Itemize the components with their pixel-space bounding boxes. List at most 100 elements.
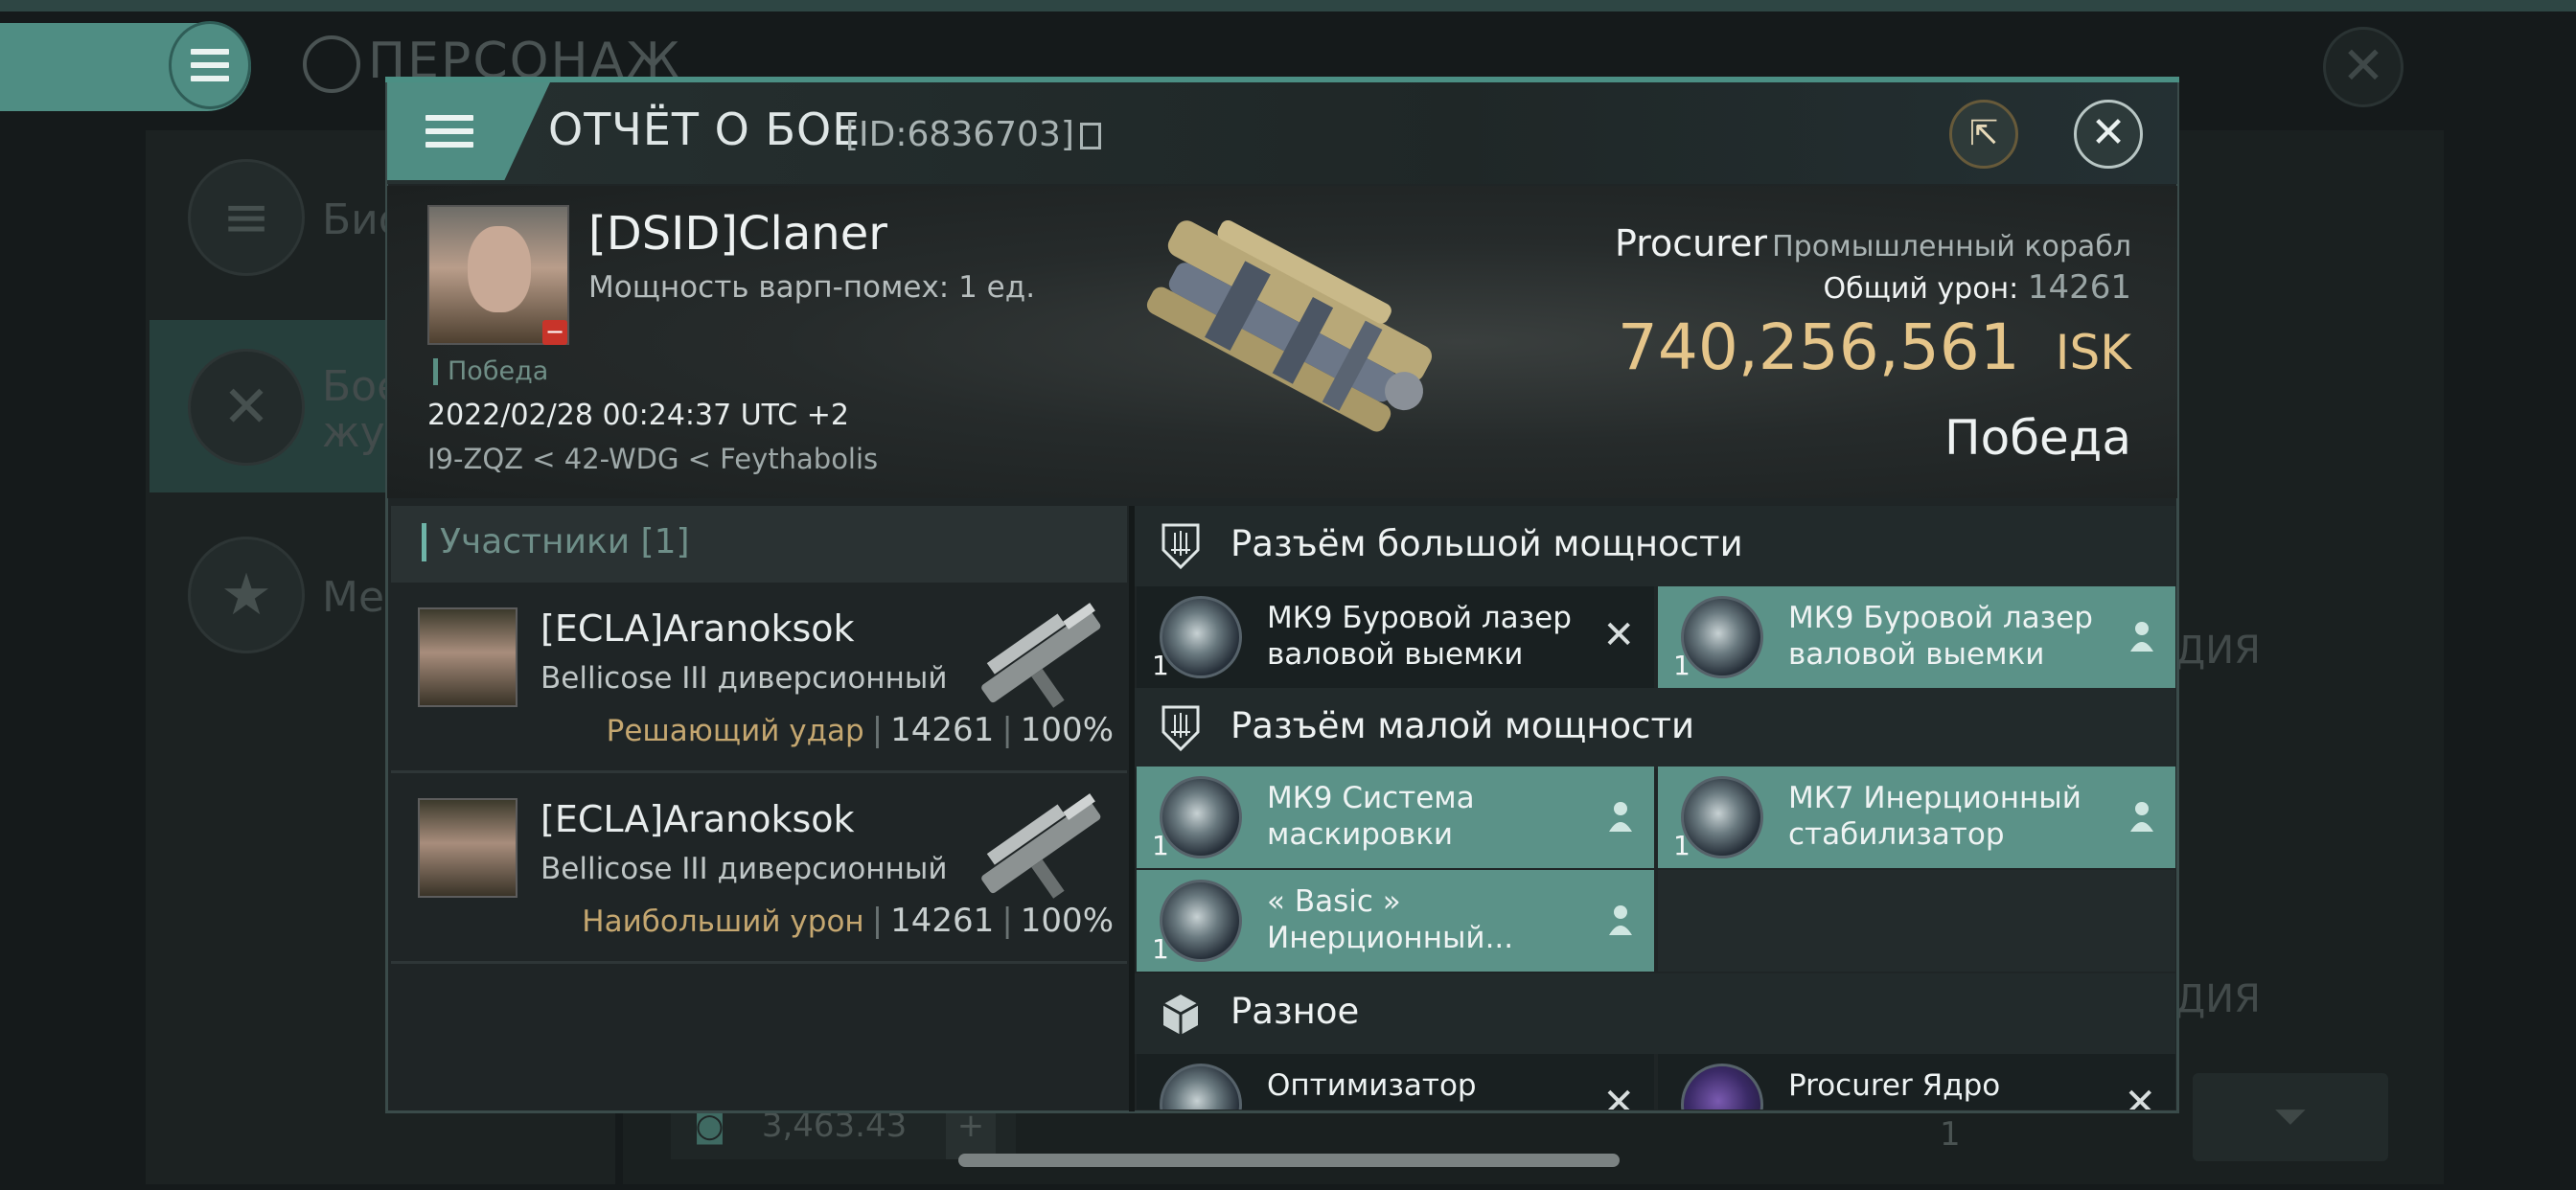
close-icon: ✕: [2090, 108, 2127, 157]
module-qty: 1: [1673, 650, 1690, 681]
cloak-module-icon: [1160, 776, 1242, 858]
total-damage-value: 14261: [2027, 268, 2131, 307]
module-name: МК9 Буровой лазер валовой выемки: [1267, 601, 1572, 672]
participant-stats: Наибольший урон | 14261 | 100%: [582, 902, 1114, 940]
module-name: МК9 Буровой лазер валовой выемки: [1788, 601, 2093, 672]
low-slot-icon: [1162, 705, 1200, 752]
module-item[interactable]: Оптимизатор ✕: [1137, 1054, 1654, 1110]
module-qty: 1: [1152, 933, 1169, 965]
weapon-icon: [981, 603, 1101, 708]
person-icon: [1609, 802, 1632, 832]
participant-row[interactable]: [ECLA]Aranoksok Bellicose III диверсионн…: [391, 773, 1127, 964]
participant-stats: Решающий удар | 14261 | 100%: [606, 711, 1114, 749]
ship-type: Промышленный корабл: [1772, 230, 2131, 263]
module-name: МК9 Система маскировки: [1267, 781, 1475, 852]
high-slot-icon: [1162, 523, 1200, 570]
modal-title: ОТЧЁТ О БОЕ: [548, 103, 862, 155]
avatar: [418, 798, 518, 898]
participant-name: [ECLA]Aranoksok: [540, 798, 855, 840]
participant-row[interactable]: [ECLA]Aranoksok Bellicose III диверсионн…: [391, 583, 1127, 773]
participant-percent: 100%: [1020, 711, 1114, 749]
participant-name: [ECLA]Aranoksok: [540, 607, 855, 650]
victim-ship-image[interactable]: [1102, 220, 1466, 441]
person-icon: [2130, 622, 2153, 652]
participant-role: Решающий удар: [606, 714, 864, 748]
kill-location[interactable]: I9-ZQZ < 42-WDG < Feythabolis: [427, 443, 878, 475]
close-icon: ✕: [2341, 35, 2385, 96]
module-item[interactable]: 1 МК9 Буровой лазер валовой выемки: [1658, 586, 2175, 688]
module-name: МК7 Инерционный стабилизатор: [1788, 781, 2082, 852]
destroyed-icon: ✕: [1602, 1081, 1635, 1110]
total-damage: Общий урон: 14261: [1824, 268, 2132, 307]
module-name: Procurer Ядро: [1788, 1068, 2001, 1103]
share-icon: ⇱: [1968, 114, 1999, 153]
misc-modules-clip: Оптимизатор ✕ Procurer Ядро ✕: [1137, 1054, 2175, 1110]
background-qty: 1: [1940, 1115, 1961, 1154]
cube-icon: [1162, 995, 1199, 1035]
inertial-stabilizer-icon: [1681, 776, 1763, 858]
victim-status: Победа: [433, 358, 548, 385]
person-icon: [1609, 905, 1632, 935]
misc-title: Разное: [1230, 991, 1360, 1032]
filter-icon: ⏷: [2273, 1092, 2308, 1141]
optimizer-icon: [1160, 1064, 1242, 1110]
participant-percent: 100%: [1020, 902, 1114, 940]
destroyed-icon: ✕: [2124, 1081, 2156, 1110]
participants-title: Участники [1]: [422, 523, 690, 561]
module-qty: 1: [1152, 650, 1169, 681]
star-badge-icon: ★: [188, 537, 305, 653]
module-item[interactable]: 1 МК9 Система маскировки: [1137, 767, 1654, 868]
module-item[interactable]: Procurer Ядро ✕: [1658, 1054, 2175, 1110]
background-menu-button[interactable]: [169, 21, 251, 109]
module-item[interactable]: 1 « Basic » Инерционный...: [1137, 870, 1654, 972]
inertial-stabilizer-icon: [1160, 880, 1242, 962]
top-status-bar: [0, 0, 2576, 11]
high-slot-header: Разъём большой мощности: [1135, 506, 2175, 586]
share-button[interactable]: ⇱: [1949, 100, 2018, 169]
victim-name[interactable]: [DSID]Claner: [588, 207, 887, 261]
avatar: [418, 607, 518, 707]
crossed-swords-icon: ✕: [188, 349, 305, 466]
low-slot-title: Разъём малой мощности: [1230, 705, 1695, 746]
home-indicator[interactable]: [958, 1154, 1620, 1167]
report-id[interactable]: [ID:6836703]: [845, 115, 1101, 154]
isk-value: 740,256,561: [1617, 310, 2020, 384]
background-text-fragment: ДИЯ: [2175, 629, 2261, 673]
warp-jam-strength: Мощность варп-помех: 1 ед.: [588, 270, 1036, 305]
isk-unit: ISK: [2055, 325, 2131, 380]
isk-loss: 740,256,561 ISK: [1618, 310, 2131, 384]
high-slot-title: Разъём большой мощности: [1230, 523, 1743, 564]
module-item[interactable]: 1 МК9 Буровой лазер валовой выемки ✕: [1137, 586, 1654, 688]
vitruvian-icon: [303, 35, 360, 93]
hostile-badge-icon: −: [542, 320, 567, 345]
background-text-fragment: ДИЯ: [2175, 977, 2261, 1021]
mining-laser-icon: [1681, 596, 1763, 678]
participant-ship: Bellicose III диверсионный: [540, 852, 948, 886]
face-shape: [468, 226, 531, 312]
mining-laser-icon: [1160, 596, 1242, 678]
participant-damage: 14261: [890, 711, 995, 749]
modal-close-button[interactable]: ✕: [2074, 100, 2143, 169]
ship-core-icon: [1681, 1064, 1763, 1110]
module-qty: 1: [1152, 830, 1169, 861]
ship-info[interactable]: Procurer Промышленный корабл: [1615, 222, 2131, 264]
low-slot-header: Разъём малой мощности: [1135, 688, 2175, 768]
person-icon: [2130, 802, 2153, 832]
module-qty: 1: [1673, 830, 1690, 861]
participant-damage: 14261: [890, 902, 995, 940]
copy-icon[interactable]: [1079, 123, 1101, 149]
participant-role: Наибольший урон: [582, 904, 864, 939]
background-close-button[interactable]: ✕: [2323, 27, 2404, 107]
module-name: Оптимизатор: [1267, 1068, 1477, 1103]
weapon-icon: [981, 793, 1101, 899]
destroyed-icon: ✕: [1602, 613, 1635, 657]
misc-header: Разное: [1135, 973, 2175, 1054]
total-damage-label: Общий урон:: [1823, 272, 2019, 306]
empty-slot: [1658, 870, 2175, 972]
battle-result: Победа: [1944, 410, 2131, 466]
participant-ship: Bellicose III диверсионный: [540, 661, 948, 696]
module-item[interactable]: 1 МК7 Инерционный стабилизатор: [1658, 767, 2175, 868]
filter-button[interactable]: ⏷: [2193, 1073, 2388, 1161]
list-icon: ≡: [188, 159, 305, 276]
module-name: « Basic » Инерционный...: [1267, 884, 1514, 955]
